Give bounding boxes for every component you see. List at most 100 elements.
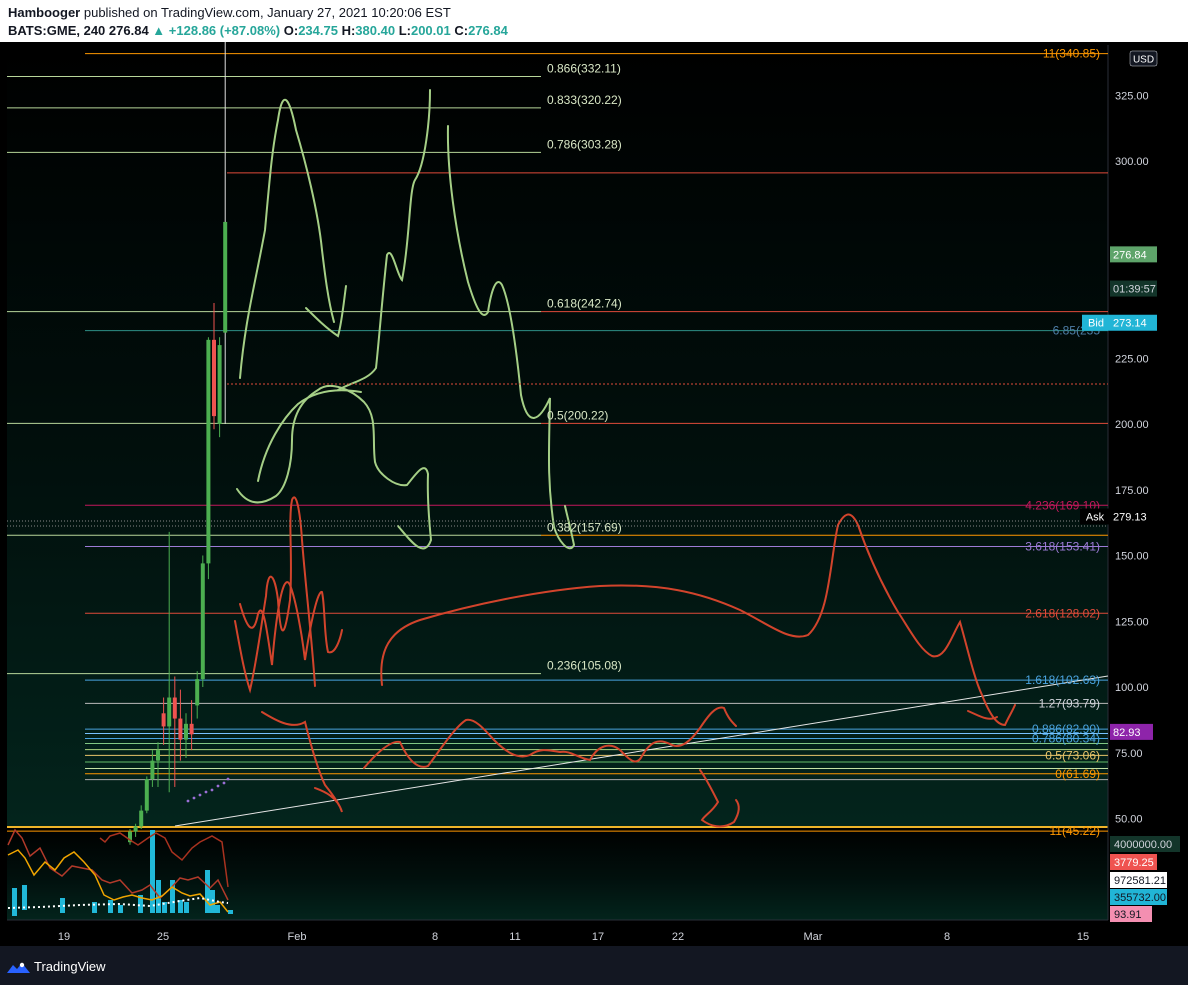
close-label: C: <box>454 23 469 38</box>
time-tick: 15 <box>1077 931 1089 943</box>
right-fib-label-10: 0(61.69) <box>1055 767 1100 781</box>
ma-dot <box>222 781 226 785</box>
candle-body[interactable] <box>156 750 160 761</box>
volume-bar <box>205 870 210 913</box>
price-tick: 225.00 <box>1115 353 1149 365</box>
author-name[interactable]: Hambooger <box>8 5 80 20</box>
low-value: 200.01 <box>410 23 451 38</box>
indicator-value-2: 972581.21 <box>1114 875 1166 887</box>
price-tick: 100.00 <box>1115 682 1149 694</box>
volume-bar <box>215 905 220 913</box>
candle-body[interactable] <box>195 679 200 706</box>
ma-dot <box>210 788 214 792</box>
brand-name[interactable]: TradingView <box>34 959 106 974</box>
candle-body[interactable] <box>144 779 149 811</box>
candle-body[interactable] <box>212 339 216 417</box>
fib-label-5: 0.786(303.28) <box>547 137 622 151</box>
time-tick: Mar <box>804 931 823 943</box>
last-price: 276.84 <box>108 23 149 38</box>
price-tick: 175.00 <box>1115 485 1149 497</box>
time-tick: 8 <box>432 931 438 943</box>
candle-body[interactable] <box>133 826 138 832</box>
volume-bar <box>108 900 113 913</box>
right-fib-label-11: 11(45.22) <box>1050 824 1100 838</box>
fib-label-4: 0.833(320.22) <box>547 93 622 107</box>
candle-body[interactable] <box>200 563 205 680</box>
countdown-tag: 01:39:57 <box>1113 284 1156 296</box>
last-price-tag: 276.84 <box>1113 249 1147 261</box>
price-tick: 300.00 <box>1115 156 1149 168</box>
bid-price-tag: 273.14 <box>1113 318 1147 330</box>
fib-label-6: 0.618(242.74) <box>547 297 622 311</box>
candle-body[interactable] <box>217 345 222 424</box>
right-fib-label-0: 11(340.85) <box>1043 47 1100 61</box>
symbol-label[interactable]: BATS:GME, 240 <box>8 23 105 38</box>
ask-price-tag: 279.13 <box>1113 512 1147 524</box>
close-value: 276.84 <box>468 23 508 38</box>
time-tick: 17 <box>592 931 604 943</box>
time-tick: 19 <box>58 931 70 943</box>
candle-body[interactable] <box>139 810 144 827</box>
open-label: O: <box>283 23 299 38</box>
candle-body[interactable] <box>178 718 183 740</box>
purple-price-tag: 82.93 <box>1113 727 1141 739</box>
price-tick: 50.00 <box>1115 814 1143 826</box>
candle-body[interactable] <box>167 697 172 727</box>
candle-body[interactable] <box>206 339 211 564</box>
fib-label-3: 0.866(332.11) <box>547 62 621 76</box>
volume-bar <box>12 888 17 916</box>
candle-body[interactable] <box>150 760 155 780</box>
candle-body[interactable] <box>172 697 177 719</box>
candle-body[interactable] <box>189 723 194 735</box>
candle-body[interactable] <box>161 713 166 727</box>
indicator-value-1: 3779.25 <box>1114 857 1154 869</box>
price-tick: 200.00 <box>1115 419 1149 431</box>
price-tick: 325.00 <box>1115 90 1149 102</box>
ma-dot <box>198 793 202 797</box>
publish-line: Hambooger published on TradingView.com, … <box>8 5 451 20</box>
fib-label-8: 0.382(157.69) <box>547 520 622 534</box>
low-label: L: <box>398 23 411 38</box>
right-fib-label-6: 1.27(93.79) <box>1039 696 1100 710</box>
high-value: 380.40 <box>355 23 396 38</box>
time-tick: 11 <box>509 931 520 943</box>
bid-tag: Bid <box>1088 318 1104 330</box>
right-fib-label-5: 1.618(102.63) <box>1025 673 1100 687</box>
right-fib-label-8: 0.786(80.34) <box>1032 732 1100 746</box>
time-tick: 22 <box>672 931 684 943</box>
time-tick: 8 <box>944 931 950 943</box>
high-label: H: <box>341 23 356 38</box>
published-text: published on TradingView.com, January 27… <box>83 5 451 20</box>
tradingview-logo-icon[interactable] <box>6 961 32 975</box>
volume-bar <box>22 885 27 910</box>
ask-tag: Ask <box>1086 512 1105 524</box>
price-pane[interactable] <box>7 45 1108 826</box>
volume-bar <box>184 902 189 913</box>
price-tick: 125.00 <box>1115 616 1149 628</box>
price-tick: 150.00 <box>1115 551 1149 563</box>
volume-bar <box>228 910 233 914</box>
volume-bar <box>118 905 123 913</box>
candle[interactable] <box>144 776 149 814</box>
indicator-value-4: 93.91 <box>1114 909 1142 921</box>
indicator-value-3: 355732.00 <box>1114 892 1166 904</box>
fib-label-9: 0.236(105.08) <box>547 659 622 673</box>
candle[interactable] <box>217 337 222 438</box>
price-tick: 75.00 <box>1115 748 1143 760</box>
price-change: +128.86 (+87.08%) <box>168 23 281 38</box>
footer-bar: TradingView <box>0 946 1188 985</box>
chart-canvas[interactable]: 1.618(603.11)1.27(477.70)1(380.40)0.866(… <box>0 42 1188 946</box>
right-fib-label-3: 3.618(153.41) <box>1025 540 1100 554</box>
open-value: 234.75 <box>298 23 338 38</box>
ohlc-line: BATS:GME, 240 276.84 ▲ +128.86 (+87.08%)… <box>8 23 508 38</box>
candle[interactable] <box>206 337 211 580</box>
currency-label: USD <box>1133 55 1154 66</box>
candle[interactable] <box>200 555 205 688</box>
right-fib-label-9: 0.5(73.06) <box>1045 748 1100 762</box>
time-tick: Feb <box>288 931 307 943</box>
right-fib-label-4: 2.618(128.02) <box>1025 606 1100 620</box>
ma-dot <box>226 777 230 781</box>
candle-body[interactable] <box>184 723 188 740</box>
indicator-value-0: 4000000.00 <box>1114 839 1172 851</box>
candle-body[interactable] <box>223 221 228 333</box>
